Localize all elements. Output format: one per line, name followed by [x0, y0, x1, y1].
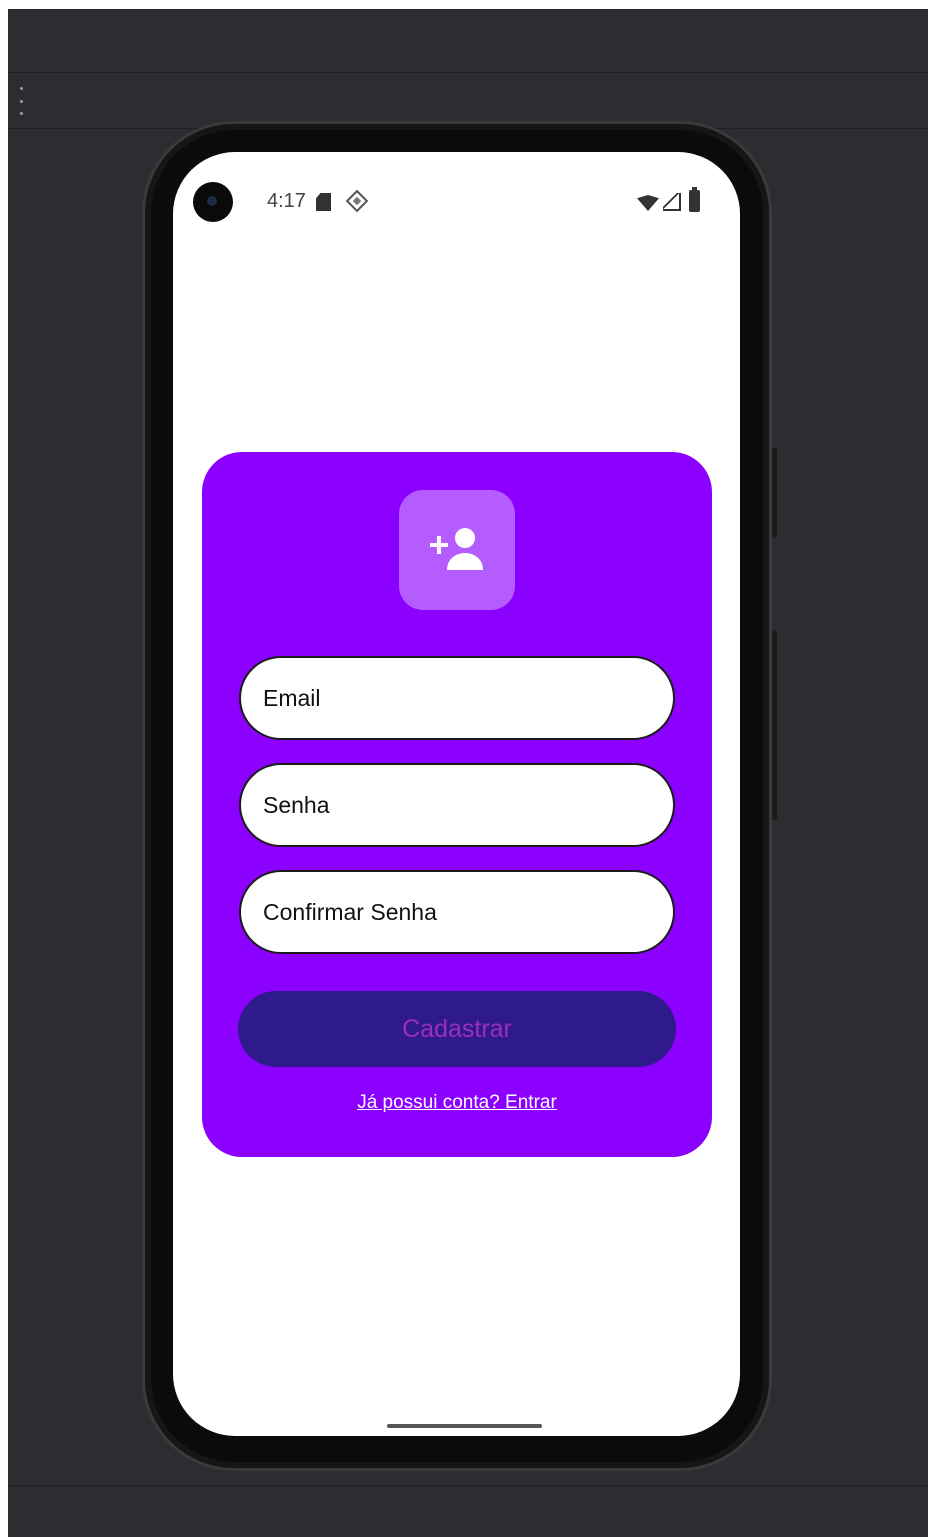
status-time: 4:17 — [267, 190, 306, 212]
confirm-password-placeholder: Confirmar Senha — [263, 898, 437, 925]
more-vertical-icon[interactable] — [16, 87, 26, 115]
power-button[interactable] — [772, 448, 777, 538]
email-placeholder: Email — [263, 684, 321, 711]
cellular-signal-icon — [663, 193, 681, 211]
password-placeholder: Senha — [263, 791, 330, 818]
email-field[interactable]: Email — [239, 656, 675, 740]
avatar — [399, 490, 515, 610]
emulator-bottom-bar — [8, 1485, 928, 1537]
confirm-password-field[interactable]: Confirmar Senha — [239, 870, 675, 954]
password-field[interactable]: Senha — [239, 763, 675, 847]
login-link[interactable]: Já possui conta? Entrar — [202, 1092, 712, 1114]
home-indicator[interactable] — [387, 1424, 542, 1428]
person-add-icon — [430, 528, 483, 570]
phone-screen: 4:17 Email Senha Confirmar Senha Cadastr… — [173, 152, 740, 1436]
register-button-label: Cadastrar — [402, 1014, 512, 1043]
register-button[interactable]: Cadastrar — [238, 991, 676, 1067]
volume-button[interactable] — [772, 630, 777, 820]
wifi-icon — [637, 195, 659, 211]
sd-card-icon — [316, 193, 331, 211]
battery-icon — [689, 187, 700, 212]
front-camera-icon — [193, 182, 233, 222]
nfc-icon — [345, 189, 369, 213]
signup-card: Email Senha Confirmar Senha Cadastrar Já… — [202, 452, 712, 1157]
emulator-title-bar — [8, 9, 928, 73]
